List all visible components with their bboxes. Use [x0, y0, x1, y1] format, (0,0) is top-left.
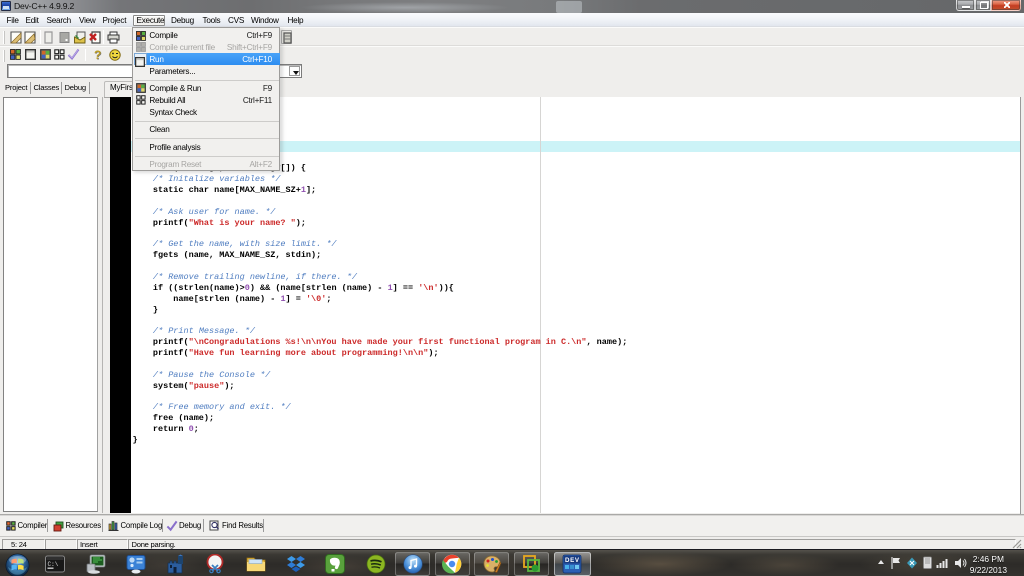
svg-text:C:\: C:\: [48, 561, 59, 568]
svg-text:DEV: DEV: [565, 557, 580, 564]
